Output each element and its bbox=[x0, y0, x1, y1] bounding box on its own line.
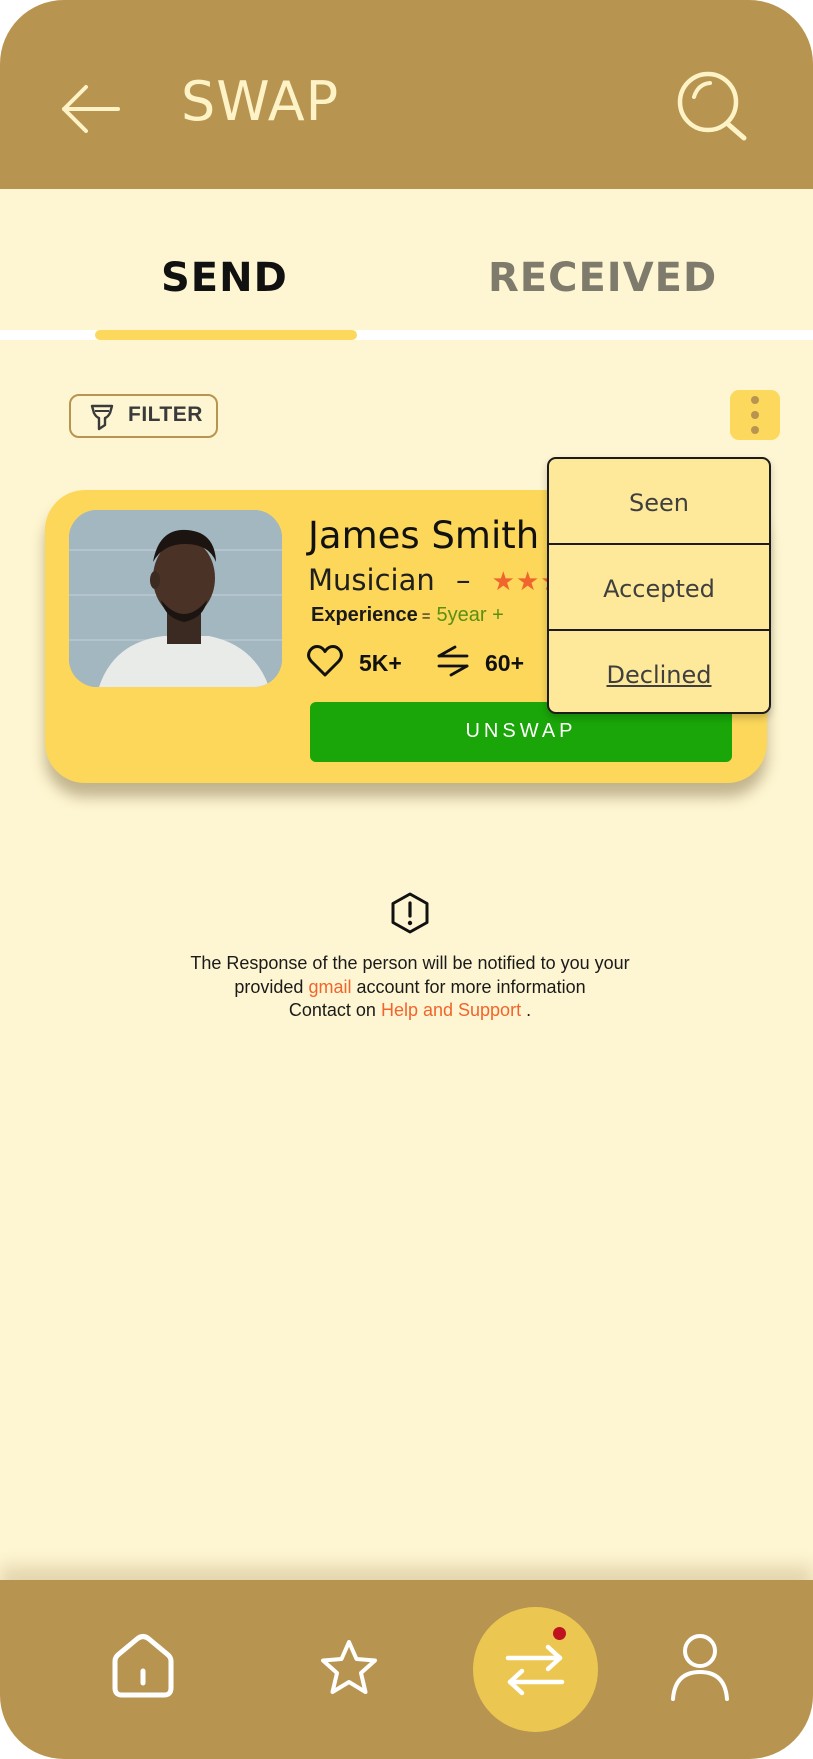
app-header: SWAP bbox=[0, 0, 813, 189]
nav-favorites[interactable] bbox=[318, 1638, 380, 1698]
notification-dot bbox=[553, 1627, 566, 1640]
person-name: James Smith bbox=[308, 514, 540, 557]
menu-item-declined[interactable]: Declined bbox=[549, 631, 769, 712]
info-message: The Response of the person will be notif… bbox=[150, 952, 670, 1023]
more-options-button[interactable] bbox=[730, 390, 780, 440]
profile-photo bbox=[69, 510, 282, 687]
alert-hexagon-icon bbox=[391, 892, 429, 934]
search-icon bbox=[677, 71, 747, 141]
help-support-link[interactable]: Help and Support bbox=[381, 1000, 521, 1020]
info-line-3: Contact on Help and Support . bbox=[288, 1000, 532, 1020]
experience-label: Experience bbox=[311, 604, 418, 626]
swap-icon bbox=[505, 1644, 565, 1696]
tab-received[interactable]: RECEIVED bbox=[488, 255, 717, 301]
filter-label: FILTER bbox=[128, 403, 203, 426]
home-icon bbox=[112, 1634, 174, 1698]
nav-swap[interactable] bbox=[473, 1607, 598, 1732]
likes-count: 5K+ bbox=[359, 650, 402, 676]
page-title: SWAP bbox=[181, 70, 340, 133]
filter-icon bbox=[90, 404, 114, 431]
info-line-2: provided gmail account for more informat… bbox=[234, 976, 586, 997]
stats-row: 5K+ 60+ bbox=[307, 642, 567, 682]
menu-item-accepted[interactable]: Accepted bbox=[549, 545, 769, 629]
person-role: Musician bbox=[308, 563, 435, 597]
bottom-navigation bbox=[0, 1580, 813, 1759]
swaps-count: 60+ bbox=[485, 650, 525, 676]
experience-value: 5year + bbox=[436, 604, 504, 626]
back-button[interactable] bbox=[60, 78, 122, 140]
heart-icon[interactable] bbox=[307, 644, 343, 678]
active-tab-indicator bbox=[95, 330, 357, 340]
swap-arrows-icon bbox=[437, 645, 469, 677]
filter-button[interactable]: FILTER bbox=[69, 394, 218, 438]
nav-home[interactable] bbox=[110, 1633, 176, 1699]
profile-icon bbox=[671, 1634, 729, 1701]
tab-send[interactable]: SEND bbox=[161, 255, 288, 301]
experience-separator: = bbox=[421, 608, 431, 625]
search-button[interactable] bbox=[674, 70, 754, 144]
tab-bar: SEND RECEIVED bbox=[0, 189, 813, 342]
info-line-1: The Response of the person will be notif… bbox=[190, 953, 630, 973]
gmail-link[interactable]: gmail bbox=[308, 977, 351, 997]
star-icon bbox=[321, 1640, 377, 1694]
menu-item-seen[interactable]: Seen bbox=[549, 459, 769, 543]
arrow-left-icon bbox=[62, 85, 120, 133]
experience-row: Experience = 5year + bbox=[311, 604, 504, 627]
phone-screen: SWAP SEND RECEIVED FILTER James Smith Mu… bbox=[0, 0, 813, 1759]
unswap-label: UNSWAP bbox=[465, 720, 577, 742]
role-separator: – bbox=[455, 563, 471, 597]
nav-profile[interactable] bbox=[669, 1632, 731, 1702]
status-dropdown-menu: Seen Accepted Declined bbox=[547, 457, 771, 714]
